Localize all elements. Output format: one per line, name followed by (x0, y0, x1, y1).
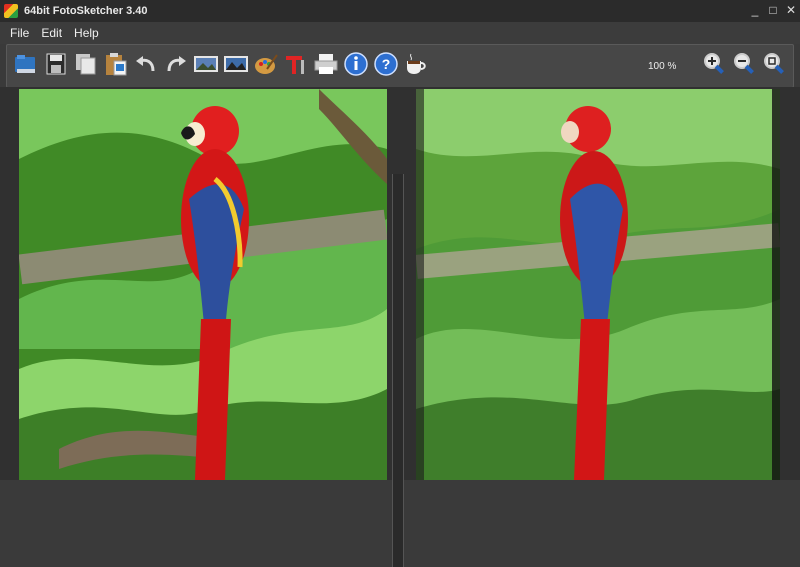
menu-help[interactable]: Help (74, 26, 99, 40)
menu-file[interactable]: File (10, 26, 29, 40)
info-icon[interactable] (343, 51, 369, 77)
original-photo (19, 89, 387, 480)
close-button[interactable]: ✕ (784, 3, 798, 17)
minimize-button[interactable]: _ (748, 3, 762, 17)
print-icon[interactable] (313, 51, 339, 77)
app-icon (4, 4, 18, 18)
open-icon[interactable] (13, 51, 39, 77)
title-bar: 64bit FotoSketcher 3.40 _ □ ✕ (0, 0, 800, 22)
svg-text:?: ? (382, 56, 391, 72)
maximize-button[interactable]: □ (766, 3, 780, 17)
original-image-icon[interactable] (193, 51, 219, 77)
original-image-panel[interactable] (19, 89, 387, 480)
redo-icon[interactable] (163, 51, 189, 77)
zoom-fit-icon[interactable] (761, 51, 787, 77)
copy-icon[interactable] (73, 51, 99, 77)
zoom-out-icon[interactable] (731, 51, 757, 77)
sketch-photo (416, 89, 780, 480)
text-icon[interactable] (283, 51, 309, 77)
panel-divider (392, 174, 404, 567)
workspace (0, 87, 800, 567)
paste-icon[interactable] (103, 51, 129, 77)
menu-bar: File Edit Help (0, 22, 800, 44)
menu-edit[interactable]: Edit (41, 26, 62, 40)
toolbar: ? 100 % (6, 44, 794, 88)
coffee-icon[interactable] (403, 51, 429, 77)
undo-icon[interactable] (133, 51, 159, 77)
help-icon[interactable]: ? (373, 51, 399, 77)
zoom-in-icon[interactable] (701, 51, 727, 77)
processed-image-panel[interactable] (416, 89, 780, 480)
save-icon[interactable] (43, 51, 69, 77)
palette-icon[interactable] (253, 51, 279, 77)
window-title: 64bit FotoSketcher 3.40 (24, 5, 148, 17)
processed-image-icon[interactable] (223, 51, 249, 77)
zoom-level: 100 % (648, 61, 677, 72)
